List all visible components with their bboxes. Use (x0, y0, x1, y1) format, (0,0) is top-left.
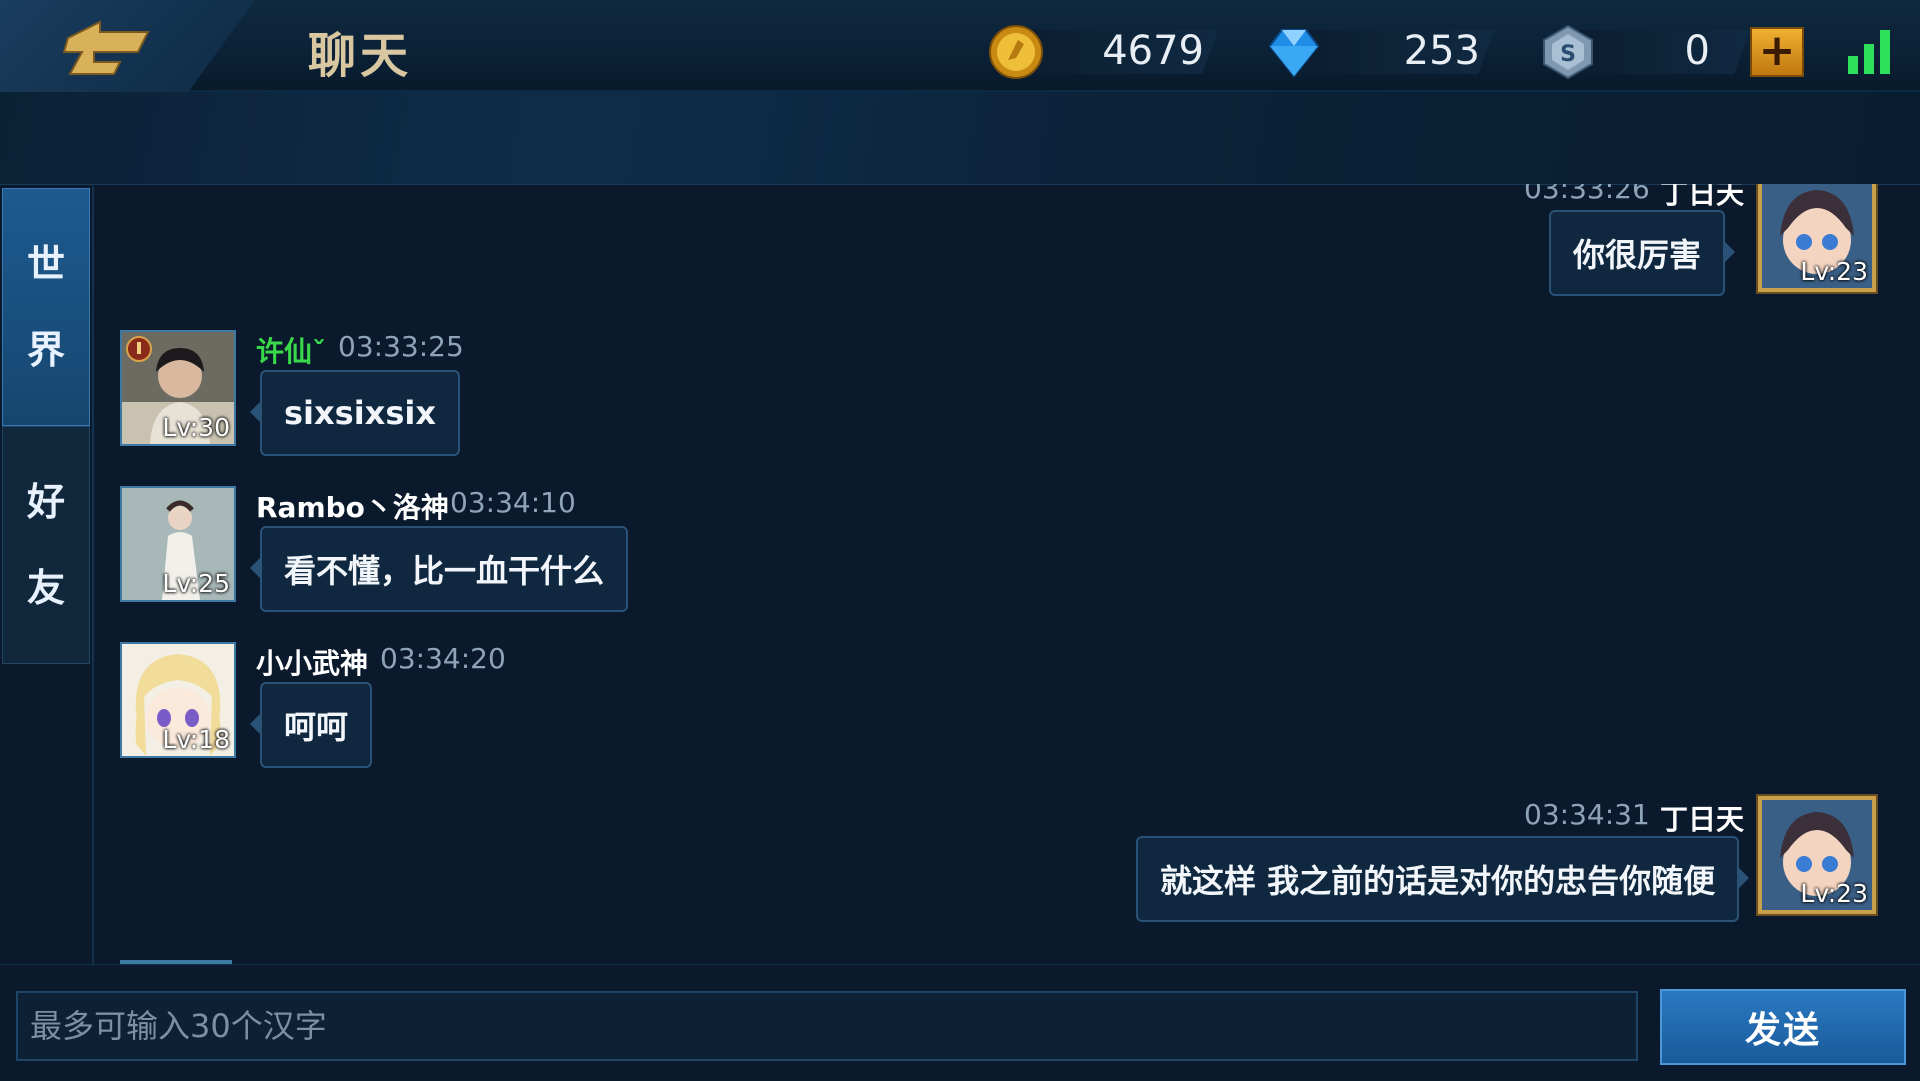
back-button[interactable] (0, 0, 255, 106)
message-time: 03:34:31 (1524, 798, 1650, 831)
message-text: 呵呵 (284, 708, 349, 746)
avatar[interactable]: Lv:25 (120, 486, 236, 602)
chat-message-self: 03:34:31 丁日天 就这样 我之前的话是对你的忠告你随便 Lv:23 (94, 796, 1920, 948)
tab-world-label-1: 世 (26, 242, 65, 286)
signal-icon (1848, 30, 1896, 74)
avatar-level: Lv:30 (162, 413, 230, 442)
chat-message: Lv:30 许仙ˇ 03:33:25 sixsixsix (94, 330, 994, 480)
tab-world[interactable]: 世 界 (2, 188, 90, 426)
gold-coin-icon (989, 25, 1043, 79)
message-sender-name: 丁日天 (1660, 184, 1745, 210)
tab-friends-label-1: 好 (26, 480, 65, 524)
message-text: 你很厉害 (1573, 236, 1702, 274)
diamond-icon (1268, 29, 1320, 78)
chat-input[interactable] (16, 991, 1638, 1061)
chat-message: Lv:25 Rambo丶洛神 03:34:10 看不懂，比一血干什么 (94, 486, 994, 636)
channel-tabs: 世 界 好 友 (0, 186, 94, 1046)
tab-world-label-2: 界 (26, 328, 65, 372)
message-time: 03:34:20 (380, 642, 506, 675)
voucher-icon: S (1543, 24, 1593, 80)
chat-message-list[interactable]: 03:33:26 丁日天 你很厉害 Lv:23 Lv:30 许仙ˇ 03:33:… (94, 184, 1920, 964)
message-text: sixsixsix (284, 394, 436, 432)
avatar-level: Lv:18 (162, 725, 230, 754)
message-text: 就这样 我之前的话是对你的忠告你随便 (1160, 862, 1716, 900)
voucher-counter: S 0 (1540, 24, 1750, 80)
voucher-amount: 0 (1684, 28, 1710, 74)
avatar[interactable]: Lv:18 (120, 642, 236, 758)
gold-amount: 4679 (1102, 28, 1204, 74)
message-sender-name: Rambo丶洛神 (256, 491, 449, 524)
avatar[interactable]: Lv:30 (120, 330, 236, 446)
message-time: 03:33:26 (1524, 184, 1650, 205)
rank-badge-icon (126, 336, 152, 362)
message-text: 看不懂，比一血干什么 (284, 552, 605, 590)
message-bubble[interactable]: 你很厉害 (1549, 210, 1736, 296)
message-time: 03:33:25 (338, 330, 464, 363)
avatar-level: Lv:23 (1800, 879, 1868, 908)
recharge-plus-button[interactable]: + (1750, 27, 1804, 77)
chat-message-self: 03:33:26 丁日天 你很厉害 Lv:23 (94, 184, 1920, 324)
svg-text:S: S (1560, 42, 1576, 67)
message-sender-name: 许仙ˇ (256, 335, 327, 368)
message-bubble[interactable]: sixsixsix (250, 370, 460, 456)
page-title: 聊天 (308, 28, 413, 84)
send-button[interactable]: 发送 (1660, 989, 1906, 1065)
avatar-level: Lv:25 (162, 569, 230, 598)
message-bubble[interactable]: 看不懂，比一血干什么 (249, 526, 629, 612)
diamond-amount: 253 (1403, 28, 1480, 74)
message-time: 03:34:10 (450, 486, 576, 519)
gold-counter: 4679 (988, 24, 1228, 79)
message-sender-name: 丁日天 (1660, 803, 1745, 836)
top-bar: 聊天 4679 253 S 0 + (0, 0, 1920, 106)
back-arrow-icon (62, 20, 150, 75)
chat-message: Lv:18 小小武神 03:34:20 呵呵 (94, 642, 994, 792)
tab-friends-label-2: 友 (26, 566, 65, 610)
diamond-counter: 253 (1264, 24, 1504, 78)
avatar[interactable]: Lv:23 (1758, 184, 1876, 292)
tab-friends[interactable]: 好 友 (2, 426, 90, 664)
message-bubble[interactable]: 就这样 我之前的话是对你的忠告你随便 (1136, 836, 1750, 922)
chat-input-bar: 发送 (0, 964, 1920, 1081)
header-banner (0, 92, 1920, 185)
message-sender-name: 小小武神 (256, 647, 369, 680)
avatar[interactable]: Lv:23 (1758, 796, 1876, 914)
message-bubble[interactable]: 呵呵 (249, 682, 373, 768)
avatar-level: Lv:23 (1800, 257, 1868, 286)
